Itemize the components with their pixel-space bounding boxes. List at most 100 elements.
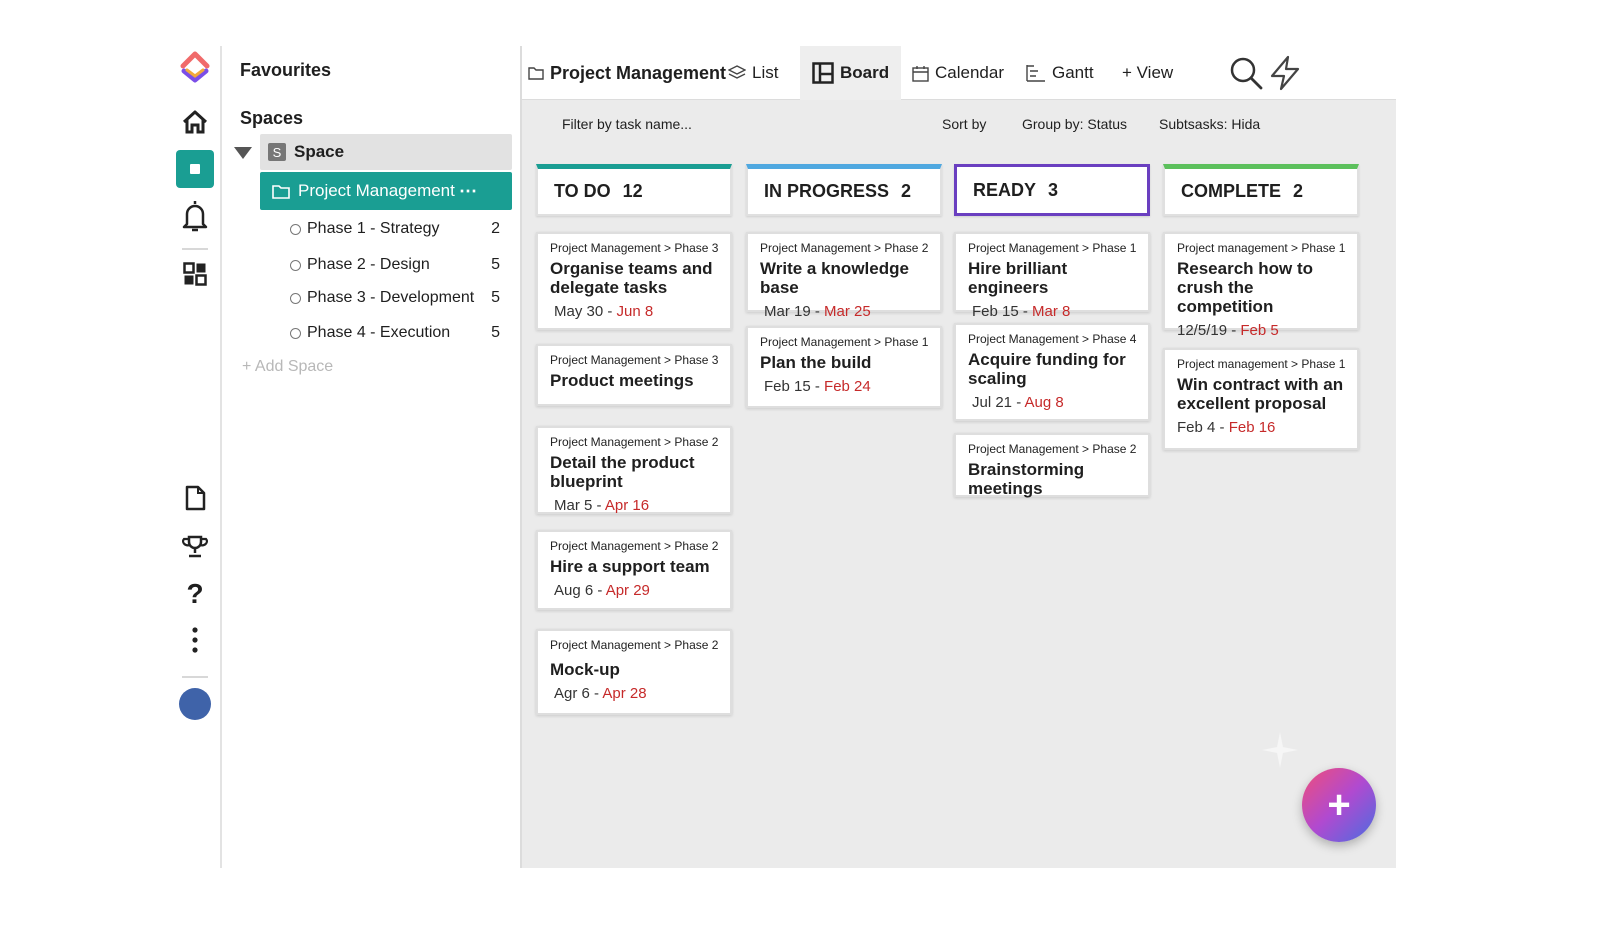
task-dates: Feb 15 - Mar 8 bbox=[968, 303, 1138, 320]
dashboards-icon[interactable] bbox=[172, 254, 218, 294]
task-breadcrumb: Project Management > Phase 3 - Des... bbox=[550, 353, 720, 367]
task-start-date: Mar 5 - bbox=[554, 497, 605, 514]
phase-count: 5 bbox=[491, 256, 500, 273]
sidebar-item-space[interactable]: S Space bbox=[260, 134, 512, 170]
task-card[interactable]: Project Management > Phase 2 - Des... Br… bbox=[954, 433, 1150, 498]
column-title: IN PROGRESS bbox=[764, 181, 890, 201]
calendar-icon bbox=[912, 65, 929, 82]
add-view-button[interactable]: + View bbox=[1122, 46, 1173, 100]
tab-gantt[interactable]: Gantt bbox=[1026, 46, 1094, 100]
collapse-caret-icon[interactable] bbox=[234, 147, 252, 159]
column-title: COMPLETE bbox=[1181, 181, 1282, 201]
phase-label: Phase 2 - Design bbox=[307, 256, 430, 273]
task-due-date: Mar 25 bbox=[824, 303, 871, 320]
task-title: Organise teams and delegate tasks bbox=[550, 259, 713, 297]
app-logo-icon[interactable] bbox=[172, 48, 218, 88]
task-title: Write a knowledge base bbox=[760, 259, 909, 297]
project-title[interactable]: Project Management bbox=[528, 46, 726, 100]
project-more-icon[interactable]: ⋯ bbox=[459, 181, 478, 202]
column-header[interactable]: TO DO 12 bbox=[536, 164, 732, 216]
tab-calendar[interactable]: Calendar bbox=[912, 46, 1004, 100]
task-start-date: Feb 15 - bbox=[972, 303, 1033, 320]
task-card[interactable]: Project management > Phase 1 : Strategy … bbox=[1163, 348, 1359, 450]
phase-count: 5 bbox=[491, 289, 500, 306]
task-due-date: Apr 16 bbox=[604, 497, 650, 514]
sidebar-item-phase-1[interactable]: Phase 1 - Strategy 2 bbox=[290, 216, 500, 242]
task-dates: Feb 15 - Feb 24 bbox=[760, 378, 930, 395]
column-count: 2 bbox=[1293, 181, 1304, 201]
task-start-date: Aug 6 - bbox=[554, 582, 606, 599]
task-title: Product meetings bbox=[550, 371, 694, 390]
layers-icon bbox=[728, 65, 746, 79]
left-rail: ? bbox=[172, 46, 220, 868]
board-main: Project Management List Board Calendar G… bbox=[522, 46, 1396, 868]
task-card[interactable]: Project Management > Phase 2 - Desi... W… bbox=[746, 232, 942, 320]
task-start-date: Mar 19 - bbox=[764, 303, 825, 320]
task-due-date: Feb 16 bbox=[1228, 419, 1276, 436]
list-status-icon bbox=[290, 223, 301, 235]
gantt-icon bbox=[1026, 65, 1045, 82]
column-header[interactable]: COMPLETE 2 bbox=[1163, 164, 1359, 216]
task-card[interactable]: Project Management > Phase 1 : Stra... H… bbox=[954, 232, 1150, 320]
tasks-icon[interactable] bbox=[176, 150, 214, 188]
task-card[interactable]: Project Management > Phase 3 - Des... Pr… bbox=[536, 344, 732, 406]
task-title: Hire brilliant engineers bbox=[968, 259, 1068, 297]
task-title: Hire a support team bbox=[550, 557, 710, 576]
sidebar-item-project-management[interactable]: Project Management ⋯ bbox=[260, 172, 512, 210]
space-label: Space bbox=[294, 142, 345, 161]
task-breadcrumb: Project Management > Phase 2 - Exec... bbox=[550, 539, 720, 553]
tab-calendar-label: Calendar bbox=[935, 63, 1004, 82]
task-breadcrumb: Project management > Phase 1 : Strategy bbox=[1177, 357, 1347, 371]
task-due-date: Mar 8 bbox=[1032, 303, 1071, 320]
column-in-progress: IN PROGRESS 2 Project Management > Phase… bbox=[746, 164, 942, 408]
favourites-heading[interactable]: Favourites bbox=[240, 60, 331, 81]
tab-board[interactable]: Board bbox=[800, 46, 902, 100]
task-due-date: Apr 28 bbox=[602, 685, 647, 702]
filter-input[interactable]: Filter by task name... bbox=[562, 116, 692, 132]
task-dates: Mar 19 - Mar 25 bbox=[760, 303, 930, 320]
column-count: 12 bbox=[622, 181, 643, 201]
task-breadcrumb: Project Management > Phase 4 - Exe... bbox=[968, 332, 1138, 346]
task-card[interactable]: Project Management > Phase 4 - Exe... Ac… bbox=[954, 323, 1150, 421]
task-card[interactable]: Project Management > Phase 2 - Exec... M… bbox=[536, 629, 732, 715]
avatar[interactable] bbox=[179, 688, 211, 720]
sidebar-item-phase-3[interactable]: Phase 3 - Development 5 bbox=[290, 285, 500, 311]
group-by-button[interactable]: Group by: Status bbox=[1022, 116, 1127, 132]
tab-list[interactable]: List bbox=[728, 46, 778, 100]
task-card[interactable]: Project management > Phase 1 : Strategy … bbox=[1163, 232, 1359, 339]
task-breadcrumb: Project Management > Phase 2 - Des... bbox=[968, 442, 1138, 456]
task-card[interactable]: Project Management > Phase 1 - Stra... P… bbox=[746, 326, 942, 408]
task-card[interactable]: Project Management > Phase 3 - Des... Or… bbox=[536, 232, 732, 330]
task-card[interactable]: Project Management > Phase 2 - Desi... D… bbox=[536, 426, 732, 514]
task-dates: 12/5/19 - Feb 5 bbox=[1177, 322, 1347, 339]
add-space-button[interactable]: + Add Space bbox=[242, 358, 333, 376]
column-header[interactable]: READY 3 bbox=[954, 164, 1150, 216]
tab-list-label: List bbox=[752, 63, 779, 82]
task-breadcrumb: Project Management > Phase 2 - Desi... bbox=[550, 435, 720, 449]
search-icon[interactable] bbox=[1228, 46, 1270, 100]
sidebar-item-phase-2[interactable]: Phase 2 - Design 5 bbox=[290, 252, 500, 278]
sparkle-icon bbox=[1262, 732, 1298, 768]
task-due-date: Apr 29 bbox=[605, 582, 650, 599]
phase-count: 2 bbox=[491, 220, 500, 237]
subtasks-button[interactable]: Subtsasks: Hida bbox=[1159, 116, 1260, 132]
column-header[interactable]: IN PROGRESS 2 bbox=[746, 164, 942, 216]
task-title: Detail the product blueprint bbox=[550, 453, 695, 491]
notifications-icon[interactable] bbox=[172, 196, 218, 236]
add-view-label: + View bbox=[1122, 63, 1174, 82]
task-dates: Agr 6 - Apr 28 bbox=[550, 685, 720, 702]
sidebar-item-phase-4[interactable]: Phase 4 - Execution 5 bbox=[290, 320, 500, 346]
create-task-button[interactable]: + bbox=[1302, 768, 1376, 842]
more-options-icon[interactable] bbox=[172, 620, 218, 660]
trophy-icon[interactable] bbox=[172, 526, 218, 566]
task-title: Mock-up bbox=[550, 660, 620, 679]
filter-bar: Filter by task name... Sort by Group by:… bbox=[522, 110, 1396, 140]
help-icon[interactable]: ? bbox=[172, 574, 218, 614]
task-card[interactable]: Project Management > Phase 2 - Exec... H… bbox=[536, 530, 732, 610]
home-icon[interactable] bbox=[172, 102, 218, 142]
automation-bolt-icon[interactable] bbox=[1268, 46, 1308, 100]
column-title: READY bbox=[973, 179, 1037, 200]
task-breadcrumb: Project management > Phase 1 : Strategy bbox=[1177, 241, 1347, 255]
docs-icon[interactable] bbox=[172, 478, 218, 518]
sort-by-button[interactable]: Sort by bbox=[942, 116, 986, 132]
